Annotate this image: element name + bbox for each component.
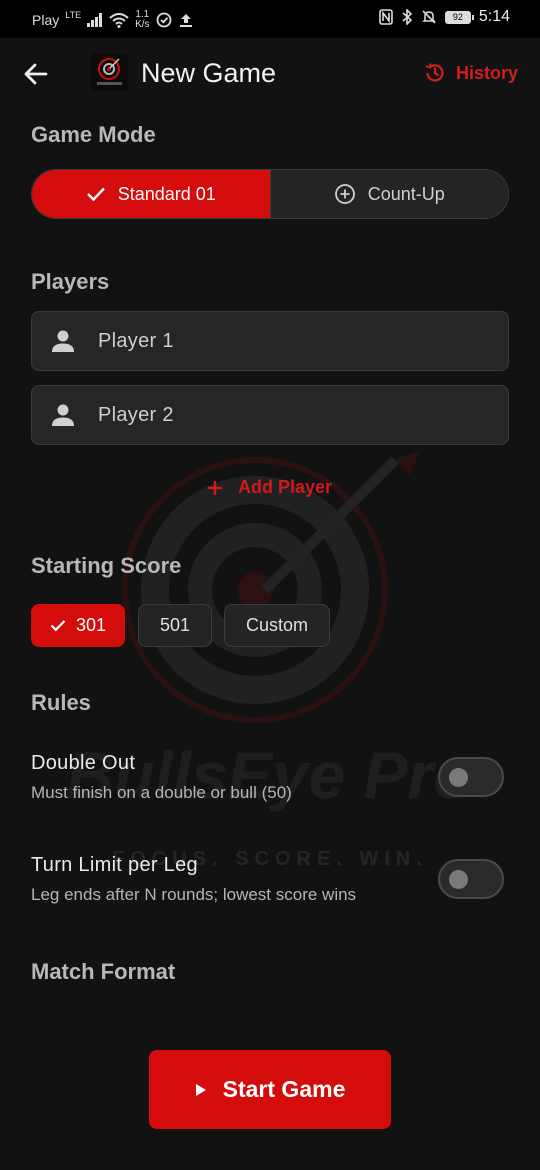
history-icon xyxy=(425,63,444,82)
back-arrow-icon[interactable] xyxy=(20,58,52,90)
score-chip-label: 301 xyxy=(75,615,107,635)
carrier-label: Play xyxy=(32,12,60,28)
score-chip-label: Custom xyxy=(245,615,308,635)
app-bar: New Game History xyxy=(0,38,540,110)
watermark-logo: BullsEye Pro FOCUS. SCORE. WIN. xyxy=(66,450,474,870)
app-logo xyxy=(91,54,128,91)
play-icon xyxy=(195,1083,206,1096)
person-icon xyxy=(52,404,74,426)
section-title-players: Players xyxy=(31,269,110,294)
history-button[interactable]: History xyxy=(424,62,518,84)
mode-option-count-up[interactable]: Count-Up xyxy=(269,170,508,218)
person-icon xyxy=(52,330,74,352)
player-name-field-1[interactable]: Player 1 xyxy=(31,311,509,371)
wifi-icon xyxy=(109,12,129,28)
mode-option-label: Count-Up xyxy=(367,183,445,204)
battery-icon: 92 xyxy=(444,10,474,24)
mute-icon xyxy=(422,10,436,24)
history-label: History xyxy=(455,62,518,83)
add-circle-icon xyxy=(334,184,355,204)
speed-unit: K/s xyxy=(135,19,150,30)
section-title-rules: Rules xyxy=(31,690,91,715)
score-chip-custom[interactable]: Custom xyxy=(224,604,330,647)
start-game-button[interactable]: Start Game xyxy=(149,1050,391,1129)
rule-description-double-out: Must finish on a double or bull (50) xyxy=(31,783,292,802)
rule-title-double-out: Double Out xyxy=(31,752,136,774)
page-title: New Game xyxy=(141,58,277,88)
game-mode-toggle: Standard 01 Count-Up xyxy=(31,169,509,219)
score-chip-501[interactable]: 501 xyxy=(138,604,212,647)
add-player-button[interactable]: Add Player xyxy=(206,477,332,498)
mode-option-label: Standard 01 xyxy=(117,183,216,204)
toggle-knob xyxy=(449,870,468,889)
section-title-game-mode: Game Mode xyxy=(31,122,156,147)
upload-icon xyxy=(179,14,192,27)
start-game-label: Start Game xyxy=(222,1076,346,1102)
mode-option-standard-01[interactable]: Standard 01 xyxy=(32,170,270,218)
double-out-toggle[interactable] xyxy=(438,757,504,797)
clock: 5:14 xyxy=(478,8,510,25)
nfc-icon xyxy=(379,9,393,25)
player-name: Player 1 xyxy=(98,329,174,352)
status-left: Play LTE 1.1 K/s xyxy=(32,10,194,30)
turn-limit-toggle[interactable] xyxy=(438,859,504,899)
signal-icon xyxy=(87,13,103,27)
player-name: Player 2 xyxy=(98,403,174,426)
score-chip-label: 501 xyxy=(159,615,191,635)
bluetooth-icon xyxy=(402,9,413,25)
rule-description-turn-limit: Leg ends after N rounds; lowest score wi… xyxy=(31,885,357,904)
score-chip-301[interactable]: 301 xyxy=(31,604,125,647)
network-type: LTE xyxy=(65,10,82,20)
plus-icon xyxy=(208,480,222,495)
section-title-starting-score: Starting Score xyxy=(31,553,182,578)
network-speed: 1.1 K/s xyxy=(135,10,149,30)
toggle-knob xyxy=(449,768,468,787)
status-right: 92 5:14 xyxy=(379,8,510,26)
check-icon xyxy=(50,620,66,632)
rule-title-turn-limit: Turn Limit per Leg xyxy=(31,854,198,876)
sync-check-icon xyxy=(156,12,171,28)
status-bar: Play LTE 1.1 K/s 92 5:14 xyxy=(0,0,540,38)
check-icon xyxy=(86,187,105,202)
add-player-label: Add Player xyxy=(238,477,333,497)
player-name-field-2[interactable]: Player 2 xyxy=(31,385,509,445)
section-title-match-format: Match Format xyxy=(31,959,176,984)
